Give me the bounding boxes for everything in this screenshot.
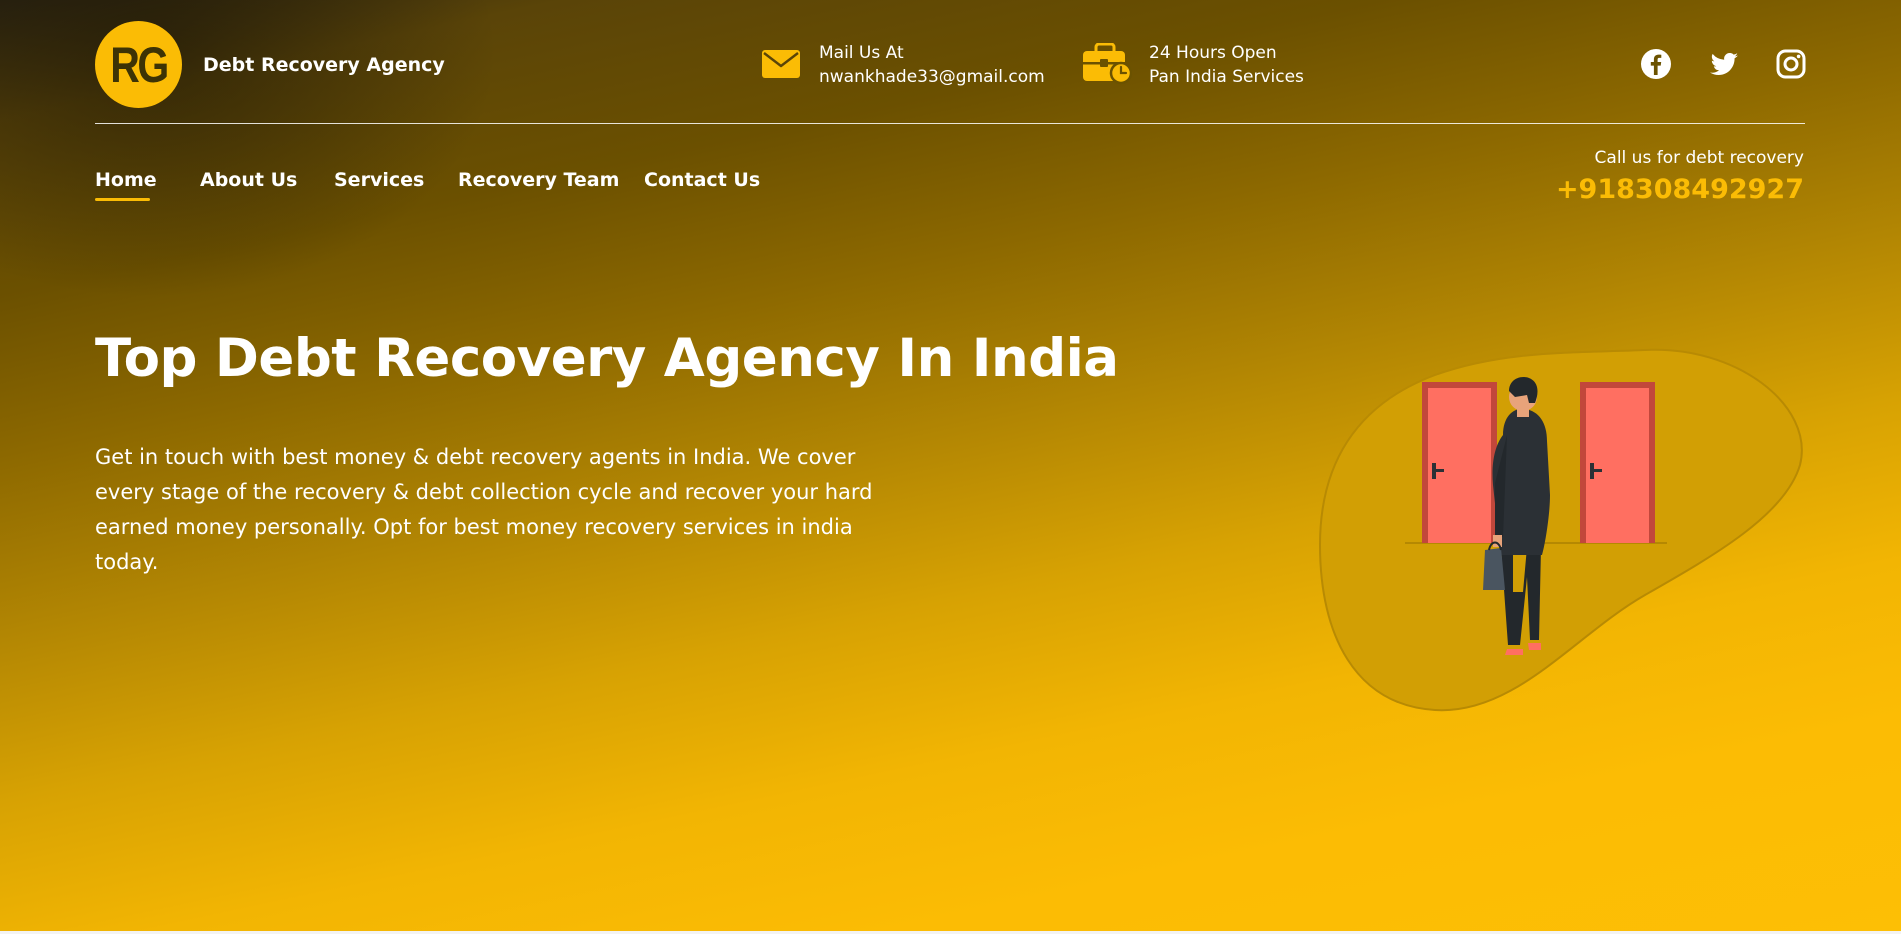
illustration-blob [1318, 348, 1803, 712]
hours-label: 24 Hours Open [1149, 43, 1277, 63]
nav-active-indicator [95, 198, 150, 201]
mail-info: Mail Us At nwankhade33@gmail.com [819, 41, 1045, 89]
call-label: Call us for debt recovery [1594, 148, 1804, 168]
nav-recovery-team[interactable]: Recovery Team [458, 169, 619, 191]
businessman-doors-illustration [1318, 348, 1803, 712]
nav-about-us[interactable]: About Us [200, 169, 297, 191]
mail-value[interactable]: nwankhade33@gmail.com [819, 65, 1045, 89]
instagram-icon[interactable] [1775, 48, 1807, 80]
envelope-icon [762, 50, 800, 78]
brand-name[interactable]: Debt Recovery Agency [203, 54, 445, 76]
mail-label: Mail Us At [819, 43, 904, 63]
nav-services[interactable]: Services [334, 169, 424, 191]
logo[interactable]: RG [95, 21, 182, 108]
nav-home[interactable]: Home [95, 169, 157, 191]
logo-text: RG [110, 36, 169, 93]
header-divider [95, 123, 1805, 124]
hero-subtitle: Get in touch with best money & debt reco… [95, 445, 873, 574]
hours-info: 24 Hours Open Pan India Services [1149, 41, 1304, 89]
twitter-icon[interactable] [1708, 48, 1740, 80]
hero-title: Top Debt Recovery Agency In India [95, 328, 1119, 389]
hours-value: Pan India Services [1149, 67, 1304, 87]
call-number-link[interactable]: +918308492927 [1556, 174, 1804, 205]
facebook-icon[interactable] [1640, 48, 1672, 80]
nav-contact-us[interactable]: Contact Us [644, 169, 760, 191]
briefcase-clock-icon [1083, 43, 1132, 85]
